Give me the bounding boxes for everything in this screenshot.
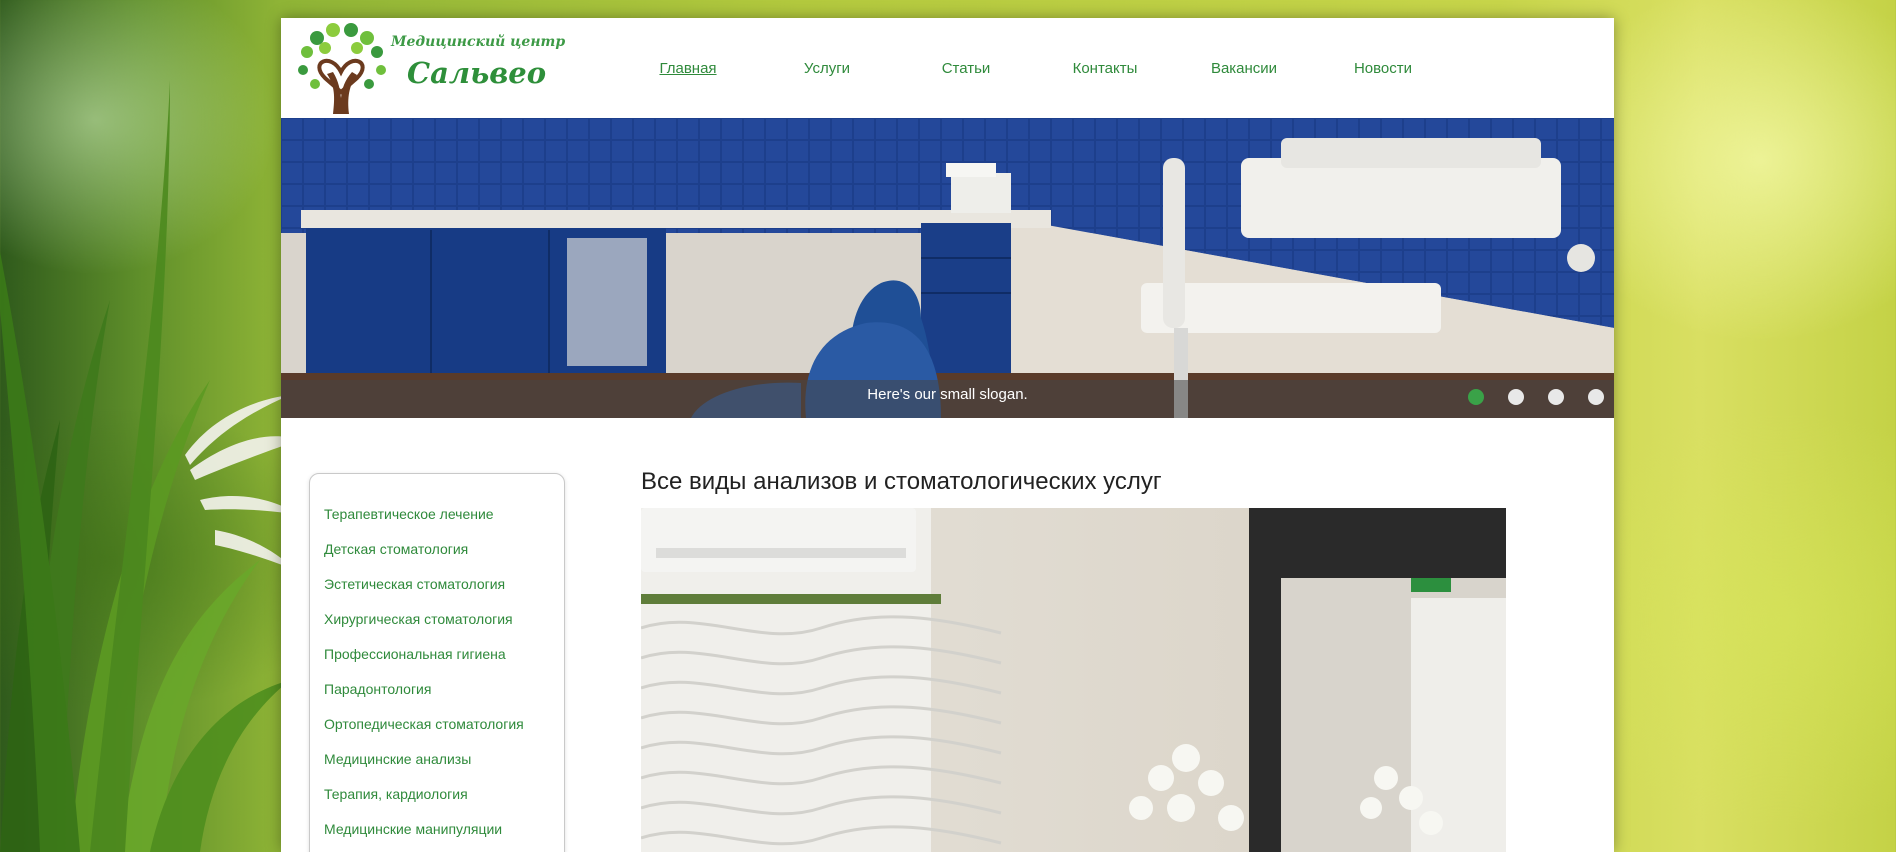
nav-item-vacancies[interactable]: Вакансии <box>1211 60 1277 77</box>
slider-pagination <box>1468 389 1604 407</box>
sidebar-item-therapeutic-treatment[interactable]: Терапевтическое лечение <box>324 506 494 522</box>
sidebar-item-pediatric-dentistry[interactable]: Детская стоматология <box>324 541 468 557</box>
slider-slogan: Here's our small slogan. <box>867 386 1028 403</box>
nav-item-articles[interactable]: Статьи <box>942 60 991 77</box>
services-sidebar-menu: Терапевтическое лечение Детская стоматол… <box>309 473 565 852</box>
tree-heart-logo-icon <box>298 23 386 114</box>
slider-dot-1[interactable] <box>1468 389 1484 405</box>
logo-subtitle: Медицинский центр <box>391 34 566 50</box>
nav-item-news[interactable]: Новости <box>1354 60 1412 77</box>
sidebar-item-periodontology[interactable]: Парадонтология <box>324 681 431 697</box>
background-grass-image <box>0 80 300 852</box>
slider-dot-2[interactable] <box>1508 389 1524 405</box>
logo-title: Сальвео <box>407 56 547 90</box>
sidebar-item-therapy-cardiology[interactable]: Терапия, кардиология <box>324 786 468 802</box>
sidebar-item-surgical-dentistry[interactable]: Хирургическая стоматология <box>324 611 513 627</box>
sidebar-item-orthopedic-dentistry[interactable]: Ортопедическая стоматология <box>324 716 524 732</box>
sidebar-item-medical-manipulations[interactable]: Медицинские манипуляции <box>324 821 502 837</box>
slider-dot-3[interactable] <box>1548 389 1564 405</box>
nav-item-home[interactable]: Главная <box>659 60 716 77</box>
sidebar-item-professional-hygiene[interactable]: Профессиональная гигиена <box>324 646 506 662</box>
dental-office-slide-image <box>281 118 1614 418</box>
clinic-interior-image <box>641 508 1506 852</box>
sidebar-item-aesthetic-dentistry[interactable]: Эстетическая стоматология <box>324 576 505 592</box>
hero-slider: Here's our small slogan. <box>281 118 1614 418</box>
clinic-interior-photo <box>641 508 1506 852</box>
site-logo[interactable]: Медицинский центр Сальвео <box>295 22 565 116</box>
content-title: Все виды анализов и стоматологических ус… <box>641 468 1162 495</box>
slider-dot-4[interactable] <box>1588 389 1604 405</box>
site-header: Медицинский центр Сальвео Главная Услуги… <box>281 18 1614 118</box>
nav-item-contacts[interactable]: Контакты <box>1073 60 1138 77</box>
page-container: Медицинский центр Сальвео Главная Услуги… <box>281 18 1614 852</box>
nav-item-services[interactable]: Услуги <box>804 60 850 77</box>
sidebar-item-medical-analyses[interactable]: Медицинские анализы <box>324 751 471 767</box>
